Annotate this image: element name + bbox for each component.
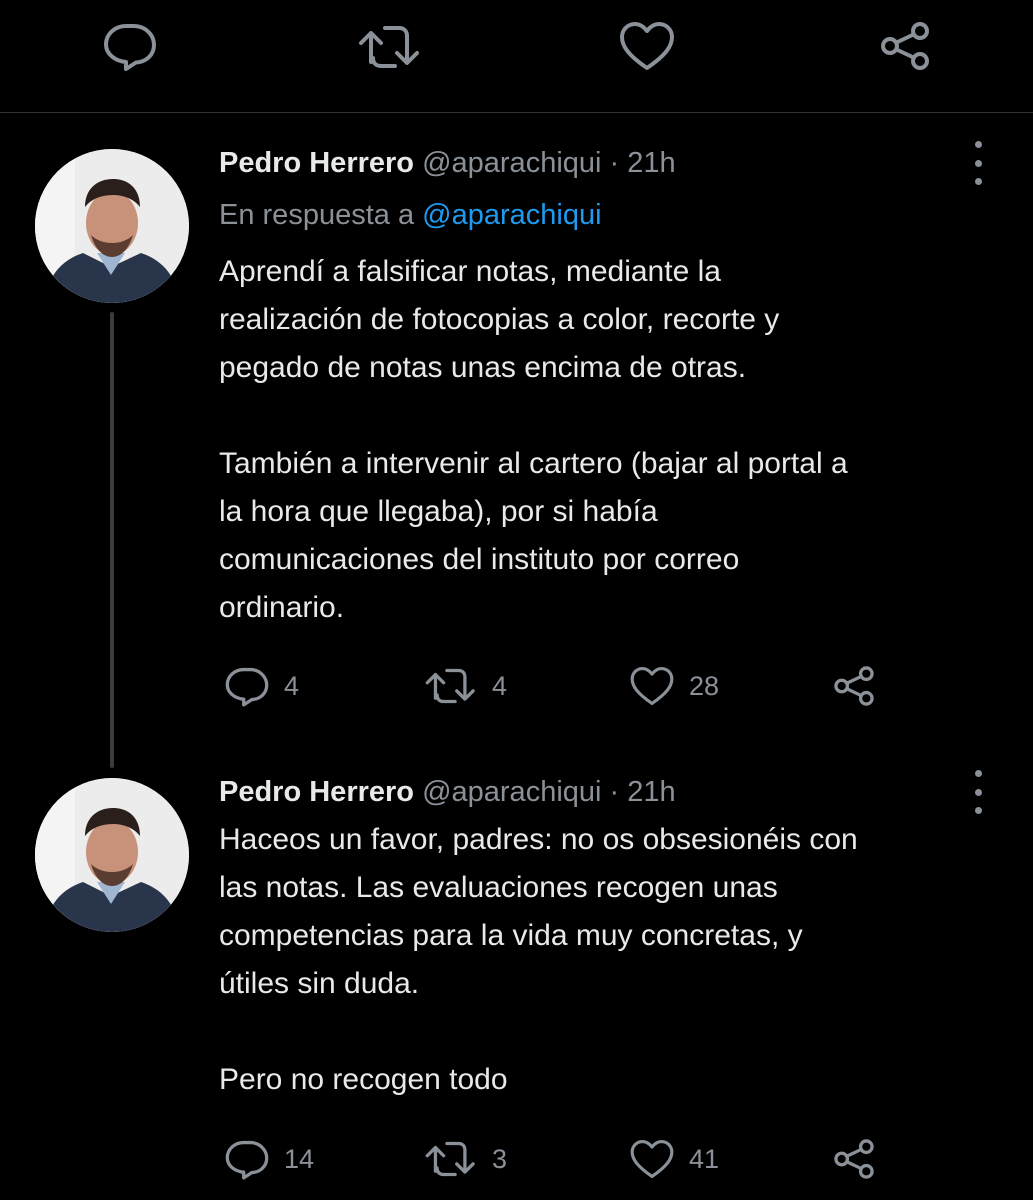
tweet-text: Aprendí a falsificar notas, mediante la … xyxy=(219,255,848,624)
tweet-header: Pedro Herrero @aparachiqui · 21h xyxy=(219,145,676,181)
separator: · xyxy=(609,776,620,808)
retweet-count: 4 xyxy=(492,670,508,701)
reply-icon xyxy=(225,667,269,707)
author-name[interactable]: Pedro Herrero xyxy=(219,776,414,808)
share-icon[interactable] xyxy=(875,18,935,74)
retweet-count: 3 xyxy=(492,1143,508,1174)
share-icon xyxy=(834,666,874,706)
like-count: 41 xyxy=(689,1143,720,1174)
more-options-icon[interactable] xyxy=(963,770,993,814)
reply-context: En respuesta a @aparachiqui xyxy=(219,197,602,233)
share-button[interactable] xyxy=(831,1134,877,1184)
share-button[interactable] xyxy=(831,661,877,711)
retweet-icon[interactable] xyxy=(355,20,425,74)
separator: · xyxy=(609,147,620,179)
reply-prefix: En respuesta a xyxy=(219,199,423,231)
author-handle[interactable]: @aparachiqui xyxy=(422,776,601,808)
reply-count: 14 xyxy=(284,1143,315,1174)
reply-button[interactable]: 14 xyxy=(224,1134,314,1184)
divider xyxy=(0,112,1033,113)
more-options-icon[interactable] xyxy=(963,141,993,185)
like-count: 28 xyxy=(689,670,720,701)
avatar[interactable] xyxy=(35,778,189,932)
tweet-text: Haceos un favor, padres: no os obsesioné… xyxy=(219,823,858,1096)
author-handle[interactable]: @aparachiqui xyxy=(422,147,601,179)
retweet-button[interactable]: 3 xyxy=(424,1134,507,1184)
share-icon xyxy=(834,1139,874,1179)
reply-icon[interactable] xyxy=(100,18,160,74)
like-icon xyxy=(630,1139,674,1179)
reply-mention[interactable]: @aparachiqui xyxy=(422,199,601,231)
timestamp[interactable]: 21h xyxy=(627,776,675,808)
tweet-header: Pedro Herrero @aparachiqui · 21h xyxy=(219,774,676,810)
like-icon xyxy=(630,666,674,706)
like-button[interactable]: 41 xyxy=(629,1134,719,1184)
like-icon[interactable] xyxy=(615,18,679,74)
like-button[interactable]: 28 xyxy=(629,661,719,711)
thread-line xyxy=(110,312,114,768)
avatar[interactable] xyxy=(35,149,189,303)
retweet-icon xyxy=(425,1141,475,1177)
reply-icon xyxy=(225,1140,269,1180)
reply-count: 4 xyxy=(284,670,300,701)
author-name[interactable]: Pedro Herrero xyxy=(219,147,414,179)
retweet-button[interactable]: 4 xyxy=(424,661,507,711)
reply-button[interactable]: 4 xyxy=(224,661,299,711)
retweet-icon xyxy=(425,668,475,704)
timestamp[interactable]: 21h xyxy=(627,147,675,179)
